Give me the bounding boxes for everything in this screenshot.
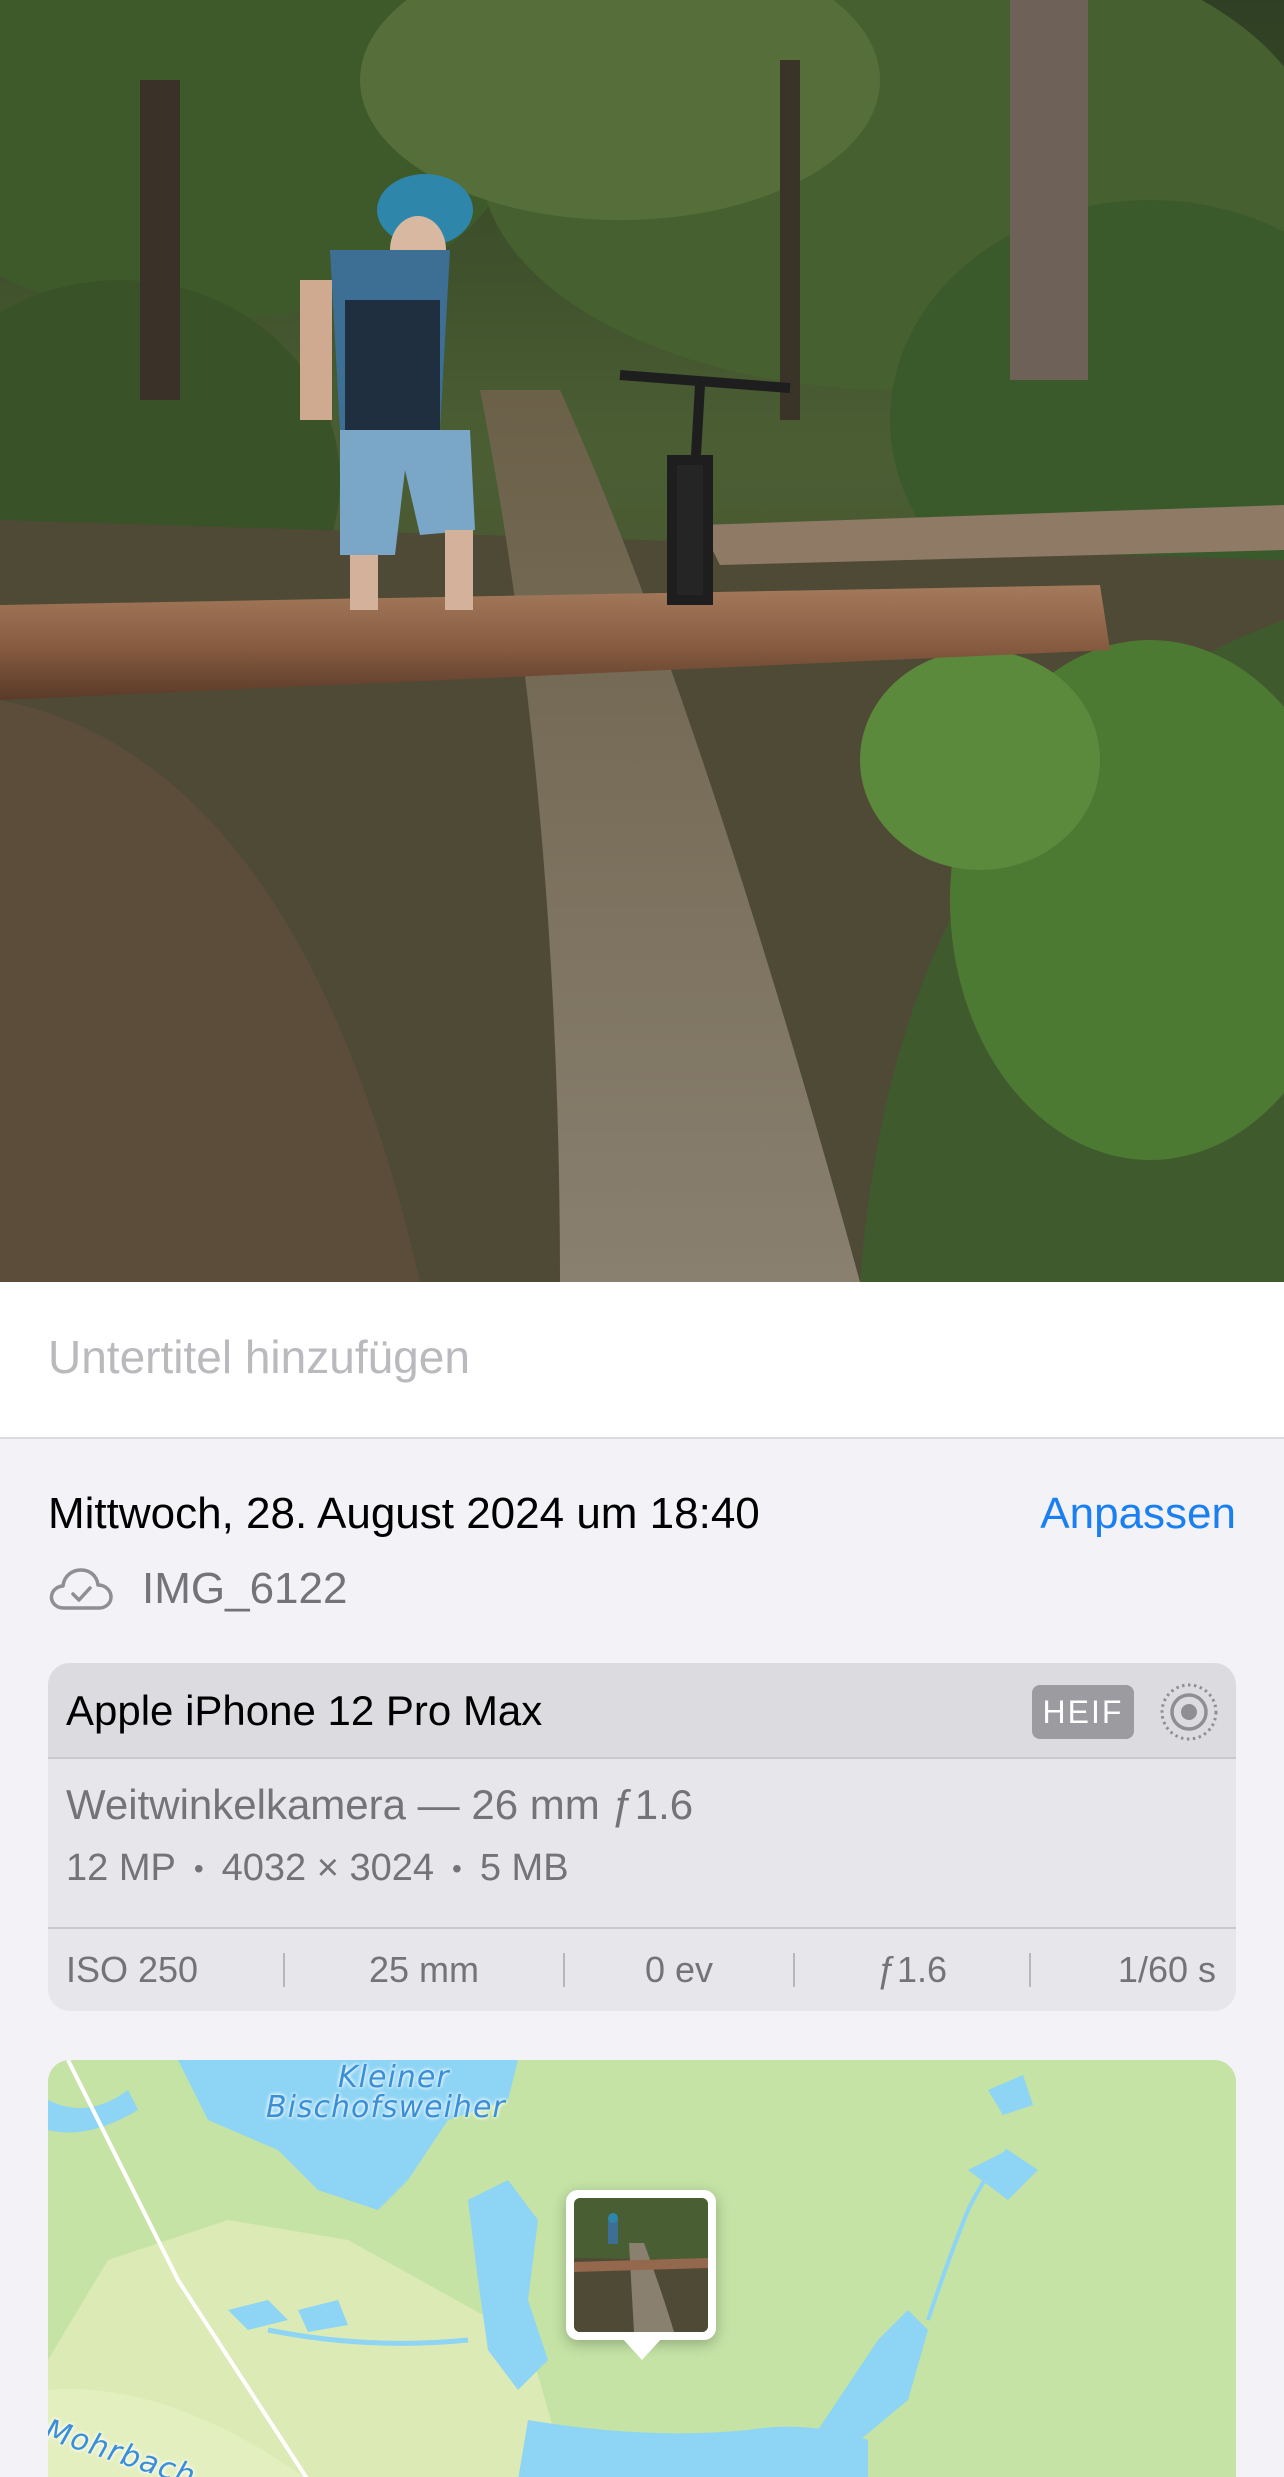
filesize: 5 MB xyxy=(479,1847,569,1889)
file-row: IMG_6122 xyxy=(48,1561,347,1617)
dimensions: 4032 × 3024 xyxy=(221,1847,435,1889)
resolution: 12 MP xyxy=(66,1847,176,1889)
adjust-button[interactable]: Anpassen xyxy=(1040,1489,1236,1539)
exif-focal: 25 mm xyxy=(368,1949,480,1990)
capture-date: Mittwoch, 28. August 2024 um 18:40 xyxy=(48,1489,760,1538)
filename: IMG_6122 xyxy=(142,1564,348,1613)
photo-view[interactable] xyxy=(0,0,1284,1282)
live-photo-icon[interactable] xyxy=(1158,1681,1220,1743)
location-map[interactable]: Kleiner Bischofsweiher Mohrbach xyxy=(48,2060,1236,2477)
icloud-icon xyxy=(49,1568,113,1610)
map-photo-pin[interactable] xyxy=(566,2190,716,2340)
camera-model: Apple iPhone 12 Pro Max xyxy=(66,1687,543,1734)
map-label-lake-2: Bischofsweiher xyxy=(266,2090,506,2125)
lens-info: Weitwinkelkamera — 26 mm ƒ1.6 xyxy=(66,1781,694,1828)
exif-aperture: ƒ1.6 xyxy=(876,1949,948,1990)
image-specs: 12 MP • 4032 × 3024 • 5 MB xyxy=(66,1847,569,1890)
format-badge: HEIF xyxy=(1032,1685,1134,1739)
exif-iso: ISO 250 xyxy=(66,1949,199,1990)
separator-dot: • xyxy=(452,1852,462,1884)
camera-info-card[interactable]: Apple iPhone 12 Pro Max HEIF Weitwinkelk… xyxy=(48,1663,1236,2011)
exif-ev: 0 ev xyxy=(644,1949,714,1990)
photo-image xyxy=(0,0,1284,1282)
pin-thumbnail xyxy=(574,2198,708,2332)
caption-input[interactable] xyxy=(48,1324,1228,1390)
caption-area xyxy=(0,1282,1284,1439)
exif-shutter: 1/60 s xyxy=(1117,1949,1216,1990)
separator-dot: • xyxy=(193,1852,204,1884)
info-panel: Mittwoch, 28. August 2024 um 18:40 Anpas… xyxy=(0,1439,1284,2477)
exif-row: ISO 250 25 mm 0 ev ƒ1.6 1/60 s xyxy=(48,1927,1236,2011)
pin-pointer xyxy=(622,2338,662,2360)
camera-card-header: Apple iPhone 12 Pro Max HEIF xyxy=(48,1663,1236,1759)
